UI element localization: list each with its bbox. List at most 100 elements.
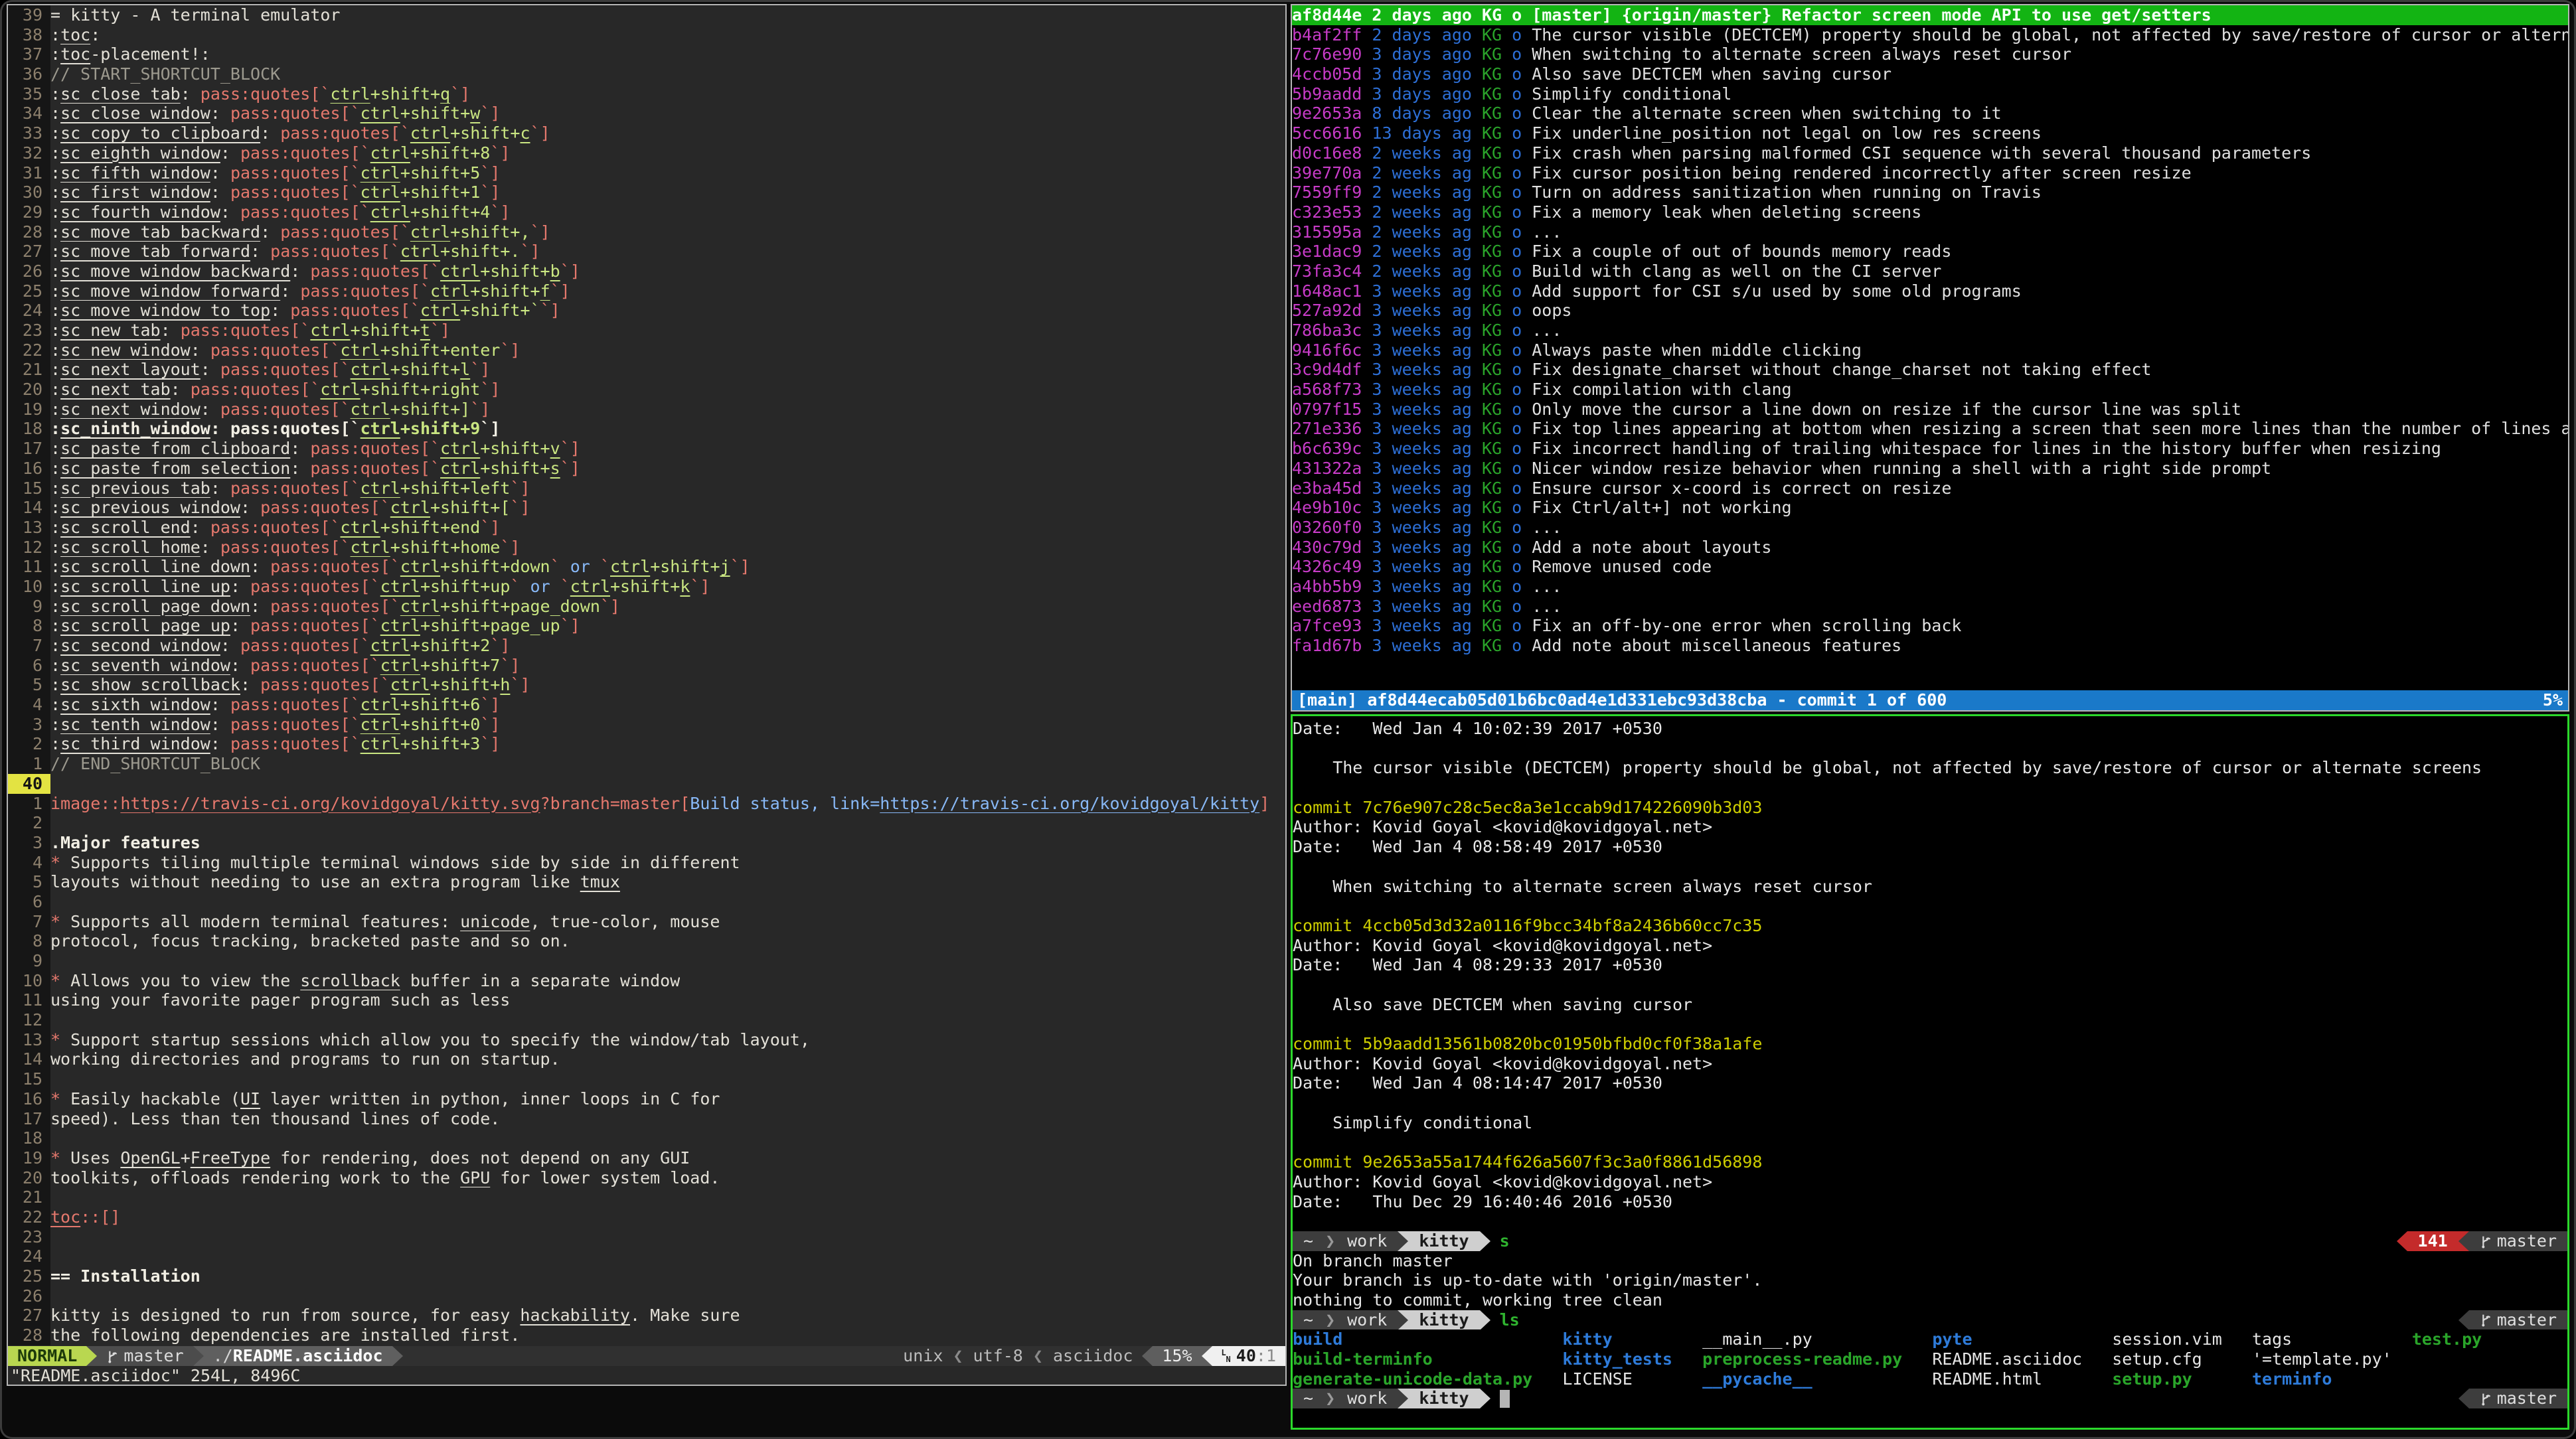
tig-commit-row[interactable]: 315595a 2 weeks ag KG o ...: [1292, 222, 2568, 242]
vim-line[interactable]: 3:sc_tenth_window: pass:quotes[`ctrl+shi…: [8, 715, 1285, 735]
vim-line[interactable]: 12:sc_scroll_home: pass:quotes[`ctrl+shi…: [8, 538, 1285, 558]
shell-prompt-line[interactable]: ~❯workkittymaster: [1293, 1389, 2567, 1408]
tig-commit-row[interactable]: d0c16e8 2 weeks ag KG o Fix crash when p…: [1292, 143, 2568, 163]
tig-commit-row[interactable]: e3ba45d 3 weeks ag KG o Ensure cursor x-…: [1292, 479, 2568, 498]
vim-line[interactable]: 8:sc_scroll_page_up: pass:quotes[`ctrl+s…: [8, 616, 1285, 636]
vim-line[interactable]: 1image::https://travis-ci.org/kovidgoyal…: [8, 794, 1285, 814]
tig-commit-row[interactable]: 1648ac1 3 weeks ag KG o Add support for …: [1292, 281, 2568, 301]
tig-commit-row[interactable]: 73fa3c4 2 weeks ag KG o Build with clang…: [1292, 262, 2568, 281]
vim-line[interactable]: 25== Installation: [8, 1266, 1285, 1286]
vim-line[interactable]: 21:sc_next_layout: pass:quotes[`ctrl+shi…: [8, 360, 1285, 380]
tig-commit-row[interactable]: 430c79d 3 weeks ag KG o Add a note about…: [1292, 538, 2568, 558]
vim-line[interactable]: 3.Major features: [8, 833, 1285, 853]
tig-commit-row[interactable]: 3e1dac9 2 weeks ag KG o Fix a couple of …: [1292, 242, 2568, 262]
vim-line[interactable]: 5layouts without needing to use an extra…: [8, 872, 1285, 892]
tig-commit-row[interactable]: 0797f15 3 weeks ag KG o Only move the cu…: [1292, 400, 2568, 419]
vim-line[interactable]: 10:sc_scroll_line_up: pass:quotes[`ctrl+…: [8, 577, 1285, 597]
vim-line[interactable]: 14working directories and programs to ru…: [8, 1049, 1285, 1069]
tig-commit-row[interactable]: 431322a 3 weeks ag KG o Nicer window res…: [1292, 459, 2568, 479]
vim-line[interactable]: 7:sc_second_window: pass:quotes[`ctrl+sh…: [8, 636, 1285, 656]
tig-commit-row[interactable]: 4326c49 3 weeks ag KG o Remove unused co…: [1292, 557, 2568, 577]
terminal-cursor[interactable]: [1500, 1390, 1510, 1408]
vim-line[interactable]: 4* Supports tiling multiple terminal win…: [8, 853, 1285, 873]
vim-line[interactable]: 17:sc_paste_from_clipboard: pass:quotes[…: [8, 439, 1285, 459]
vim-line[interactable]: 40: [8, 774, 1285, 794]
vim-line[interactable]: 26:sc_move_window_backward: pass:quotes[…: [8, 262, 1285, 281]
vim-line[interactable]: 9:sc_scroll_page_down: pass:quotes[`ctrl…: [8, 597, 1285, 617]
tig-selected-commit-row[interactable]: af8d44e 2 days ago KG o [master] {origin…: [1292, 5, 2568, 25]
vim-line[interactable]: 21: [8, 1187, 1285, 1207]
tig-commit-row[interactable]: 527a92d 3 weeks ag KG o oops: [1292, 301, 2568, 321]
vim-line[interactable]: 11using your favorite pager program such…: [8, 990, 1285, 1010]
vim-line[interactable]: 27kitty is designed to run from source, …: [8, 1306, 1285, 1325]
vim-window[interactable]: 39= kitty - A terminal emulator38:toc:37…: [7, 4, 1287, 1386]
vim-line[interactable]: 22:sc_new_window: pass:quotes[`ctrl+shif…: [8, 341, 1285, 360]
vim-line[interactable]: 19:sc_next_window: pass:quotes[`ctrl+shi…: [8, 400, 1285, 419]
vim-line[interactable]: 15: [8, 1069, 1285, 1089]
vim-line[interactable]: 12: [8, 1010, 1285, 1030]
tig-commit-row[interactable]: a568f73 3 weeks ag KG o Fix compilation …: [1292, 380, 2568, 400]
vim-line[interactable]: 16* Easily hackable (UI layer written in…: [8, 1089, 1285, 1109]
tig-commit-row[interactable]: 5b9aadd 3 days ago KG o Simplify conditi…: [1292, 84, 2568, 104]
shell-prompt-line[interactable]: ~❯workkittys141master: [1293, 1231, 2567, 1251]
vim-line[interactable]: 39= kitty - A terminal emulator: [8, 5, 1285, 25]
vim-line[interactable]: 1// END_SHORTCUT_BLOCK: [8, 754, 1285, 774]
vim-line[interactable]: 36// START_SHORTCUT_BLOCK: [8, 64, 1285, 84]
tig-commit-row[interactable]: 7559ff9 2 weeks ag KG o Turn on address …: [1292, 183, 2568, 202]
tig-commit-row[interactable]: fa1d67b 3 weeks ag KG o Add note about m…: [1292, 636, 2568, 656]
vim-line[interactable]: 6: [8, 892, 1285, 912]
vim-line[interactable]: 14:sc_previous_window: pass:quotes[`ctrl…: [8, 498, 1285, 518]
tig-commit-row[interactable]: b4af2ff 2 days ago KG o The cursor visib…: [1292, 25, 2568, 45]
tig-commit-row[interactable]: 5cc6616 13 days ag KG o Fix underline_po…: [1292, 123, 2568, 143]
vim-line[interactable]: 29:sc_fourth_window: pass:quotes[`ctrl+s…: [8, 202, 1285, 222]
tig-commit-row[interactable]: 271e336 3 weeks ag KG o Fix top lines ap…: [1292, 419, 2568, 439]
vim-line[interactable]: 19* Uses OpenGL+FreeType for rendering, …: [8, 1148, 1285, 1168]
tig-window[interactable]: af8d44e 2 days ago KG o [master] {origin…: [1291, 4, 2569, 712]
vim-line[interactable]: 16:sc_paste_from_selection: pass:quotes[…: [8, 459, 1285, 479]
vim-line[interactable]: 27:sc_move_tab_forward: pass:quotes[`ctr…: [8, 242, 1285, 262]
vim-line[interactable]: 4:sc_sixth_window: pass:quotes[`ctrl+shi…: [8, 695, 1285, 715]
vim-buffer[interactable]: 39= kitty - A terminal emulator38:toc:37…: [8, 5, 1285, 1346]
tig-commit-row[interactable]: 39e770a 2 weeks ag KG o Fix cursor posit…: [1292, 163, 2568, 183]
vim-line[interactable]: 13* Support startup sessions which allow…: [8, 1030, 1285, 1050]
vim-line[interactable]: 26: [8, 1286, 1285, 1306]
vim-line[interactable]: 35:sc_close_tab: pass:quotes[`ctrl+shift…: [8, 84, 1285, 104]
vim-line[interactable]: 20toolkits, offloads rendering work to t…: [8, 1168, 1285, 1188]
tig-commit-row[interactable]: c323e53 2 weeks ag KG o Fix a memory lea…: [1292, 202, 2568, 222]
vim-line[interactable]: 28:sc_move_tab_backward: pass:quotes[`ct…: [8, 222, 1285, 242]
shell-prompt-line[interactable]: ~❯workkittylsmaster: [1293, 1310, 2567, 1330]
vim-line[interactable]: 6:sc_seventh_window: pass:quotes[`ctrl+s…: [8, 656, 1285, 676]
tig-commit-row[interactable]: 4ccb05d 3 days ago KG o Also save DECTCE…: [1292, 64, 2568, 84]
vim-line[interactable]: 2:sc_third_window: pass:quotes[`ctrl+shi…: [8, 734, 1285, 754]
vim-line[interactable]: 18:sc_ninth_window: pass:quotes[`ctrl+sh…: [8, 419, 1285, 439]
vim-line[interactable]: 24:sc_move_window_to_top: pass:quotes[`c…: [8, 301, 1285, 321]
vim-line[interactable]: 7* Supports all modern terminal features…: [8, 912, 1285, 932]
tig-commit-row[interactable]: eed6873 3 weeks ag KG o ...: [1292, 597, 2568, 617]
vim-line[interactable]: 8protocol, focus tracking, bracketed pas…: [8, 931, 1285, 951]
vim-line[interactable]: 25:sc_move_window_forward: pass:quotes[`…: [8, 281, 1285, 301]
tig-commit-row[interactable]: 4e9b10c 3 weeks ag KG o Fix Ctrl/alt+] n…: [1292, 498, 2568, 518]
tig-commit-row[interactable]: 9e2653a 8 days ago KG o Clear the altern…: [1292, 104, 2568, 123]
tig-commit-row[interactable]: 3c9d4df 3 weeks ag KG o Fix designate_ch…: [1292, 360, 2568, 380]
vim-line[interactable]: 24: [8, 1247, 1285, 1266]
vim-line[interactable]: 23:sc_new_tab: pass:quotes[`ctrl+shift+t…: [8, 321, 1285, 341]
tig-commit-row[interactable]: a4bb5b9 3 weeks ag KG o ...: [1292, 577, 2568, 597]
vim-line[interactable]: 38:toc:: [8, 25, 1285, 45]
vim-line[interactable]: 34:sc_close_window: pass:quotes[`ctrl+sh…: [8, 104, 1285, 123]
vim-line[interactable]: 13:sc_scroll_end: pass:quotes[`ctrl+shif…: [8, 518, 1285, 538]
vim-line[interactable]: 31:sc_fifth_window: pass:quotes[`ctrl+sh…: [8, 163, 1285, 183]
shell-window[interactable]: Date: Wed Jan 4 10:02:39 2017 +0530 The …: [1291, 714, 2569, 1430]
vim-line[interactable]: 37:toc-placement!:: [8, 44, 1285, 64]
vim-line[interactable]: 23: [8, 1227, 1285, 1247]
shell-scrollback[interactable]: Date: Wed Jan 4 10:02:39 2017 +0530 The …: [1293, 716, 2567, 1428]
vim-line[interactable]: 5:sc_show_scrollback: pass:quotes[`ctrl+…: [8, 675, 1285, 695]
vim-line[interactable]: 32:sc_eighth_window: pass:quotes[`ctrl+s…: [8, 143, 1285, 163]
vim-line[interactable]: 18: [8, 1128, 1285, 1148]
vim-line[interactable]: 9: [8, 951, 1285, 971]
vim-line[interactable]: 28the following dependencies are install…: [8, 1325, 1285, 1345]
vim-line[interactable]: 22toc::[]: [8, 1207, 1285, 1227]
vim-line[interactable]: 30:sc_first_window: pass:quotes[`ctrl+sh…: [8, 183, 1285, 202]
tig-commit-row[interactable]: 03260f0 3 weeks ag KG o ...: [1292, 518, 2568, 538]
tig-commit-list[interactable]: af8d44e 2 days ago KG o [master] {origin…: [1292, 5, 2568, 656]
vim-line[interactable]: 15:sc_previous_tab: pass:quotes[`ctrl+sh…: [8, 479, 1285, 498]
